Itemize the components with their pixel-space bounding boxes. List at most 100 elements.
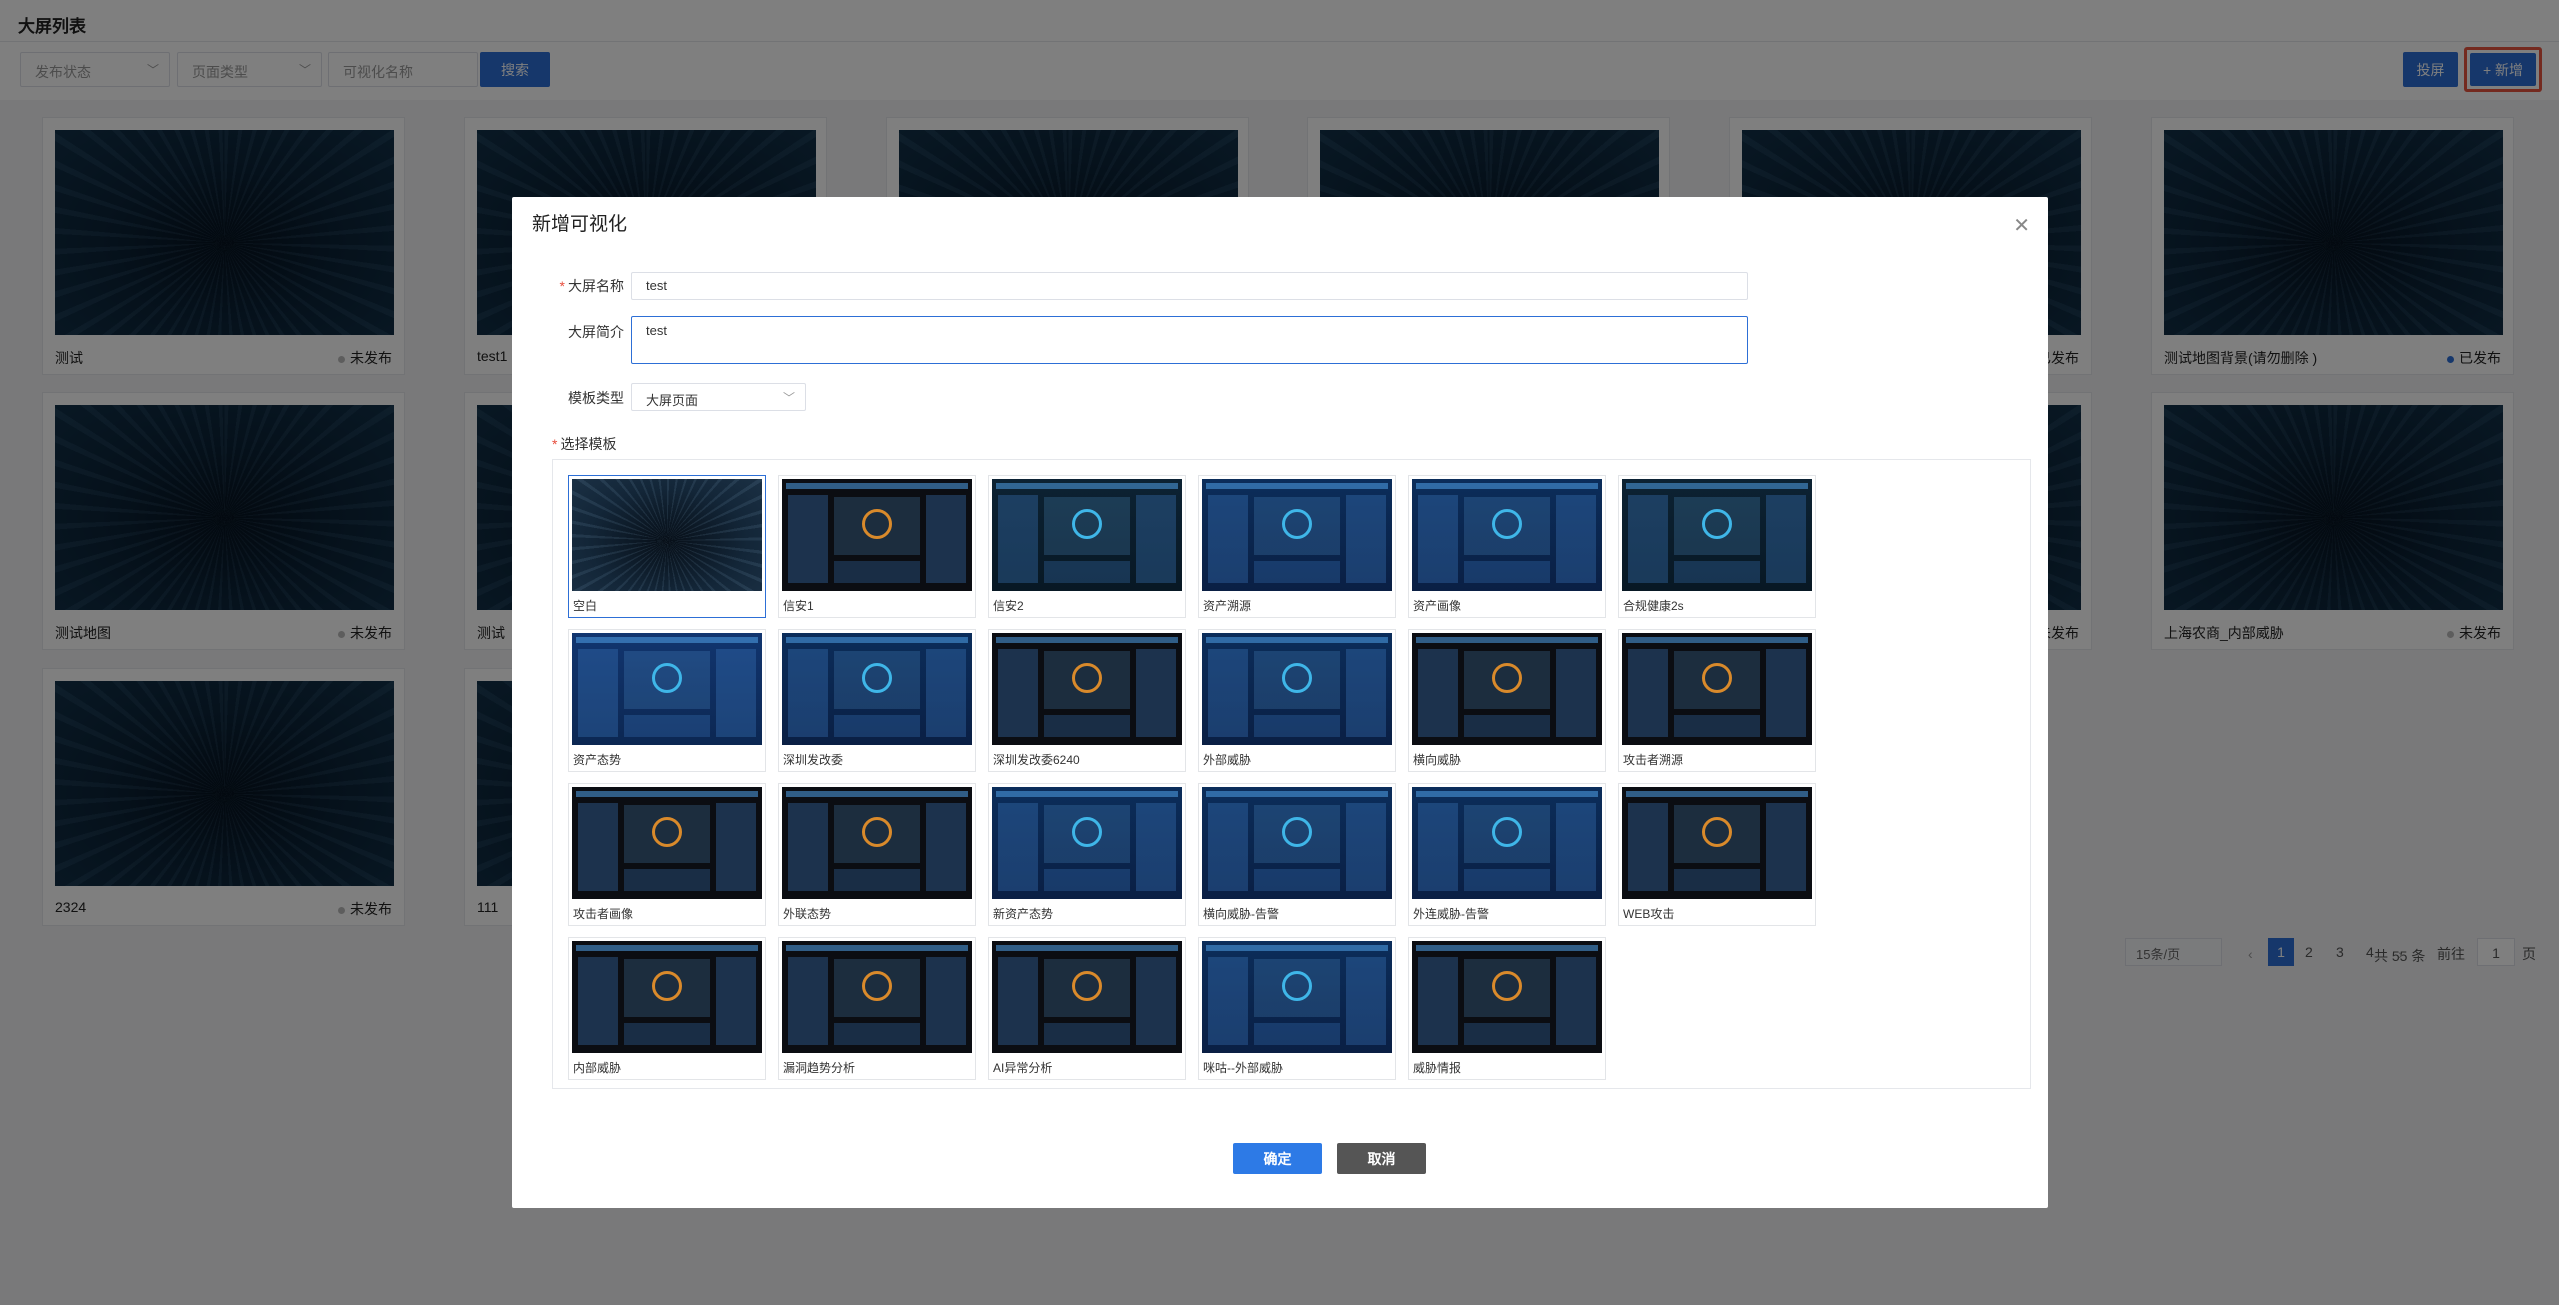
dashboard-panel-shape xyxy=(1626,791,1808,797)
template-option[interactable]: 信安1 xyxy=(778,475,976,618)
template-thumbnail xyxy=(782,479,972,591)
dashboard-panel-shape xyxy=(926,957,966,1045)
template-type-select[interactable]: 大屏页面 ﹀ xyxy=(631,383,806,411)
dashboard-panel-shape xyxy=(1674,561,1760,583)
dashboard-panel-shape xyxy=(1416,791,1598,797)
dashboard-panel-shape xyxy=(1416,637,1598,643)
template-option[interactable]: 资产溯源 xyxy=(1198,475,1396,618)
select-template-text: 选择模板 xyxy=(560,436,617,452)
template-option[interactable]: 攻击者画像 xyxy=(568,783,766,926)
confirm-button[interactable]: 确定 xyxy=(1233,1143,1322,1174)
template-option[interactable]: 横向威胁-告警 xyxy=(1198,783,1396,926)
template-option[interactable]: 信安2 xyxy=(988,475,1186,618)
template-thumbnail xyxy=(1202,941,1392,1053)
template-option[interactable]: 空白 xyxy=(568,475,766,618)
dashboard-panel-shape xyxy=(1044,869,1130,891)
dashboard-panel-shape xyxy=(788,495,828,583)
screen-name-input[interactable]: test xyxy=(631,272,1748,300)
template-thumbnail xyxy=(782,941,972,1053)
template-option[interactable]: 资产态势 xyxy=(568,629,766,772)
dashboard-panel-shape xyxy=(834,715,920,737)
dashboard-panel-shape xyxy=(1254,715,1340,737)
template-option[interactable]: 咪咕--外部威胁 xyxy=(1198,937,1396,1080)
ring-chart-shape xyxy=(1282,971,1312,1001)
dashboard-panel-shape xyxy=(1628,495,1668,583)
ring-chart-shape xyxy=(1492,971,1522,1001)
template-option[interactable]: 外联态势 xyxy=(778,783,976,926)
template-thumbnail xyxy=(572,479,762,591)
dashboard-panel-shape xyxy=(834,869,920,891)
template-option[interactable]: 合规健康2s xyxy=(1618,475,1816,618)
dashboard-panel-shape xyxy=(788,649,828,737)
ring-chart-shape xyxy=(1282,663,1312,693)
dashboard-panel-shape xyxy=(578,649,618,737)
dashboard-panel-shape xyxy=(1556,803,1596,891)
dashboard-panel-shape xyxy=(716,957,756,1045)
screen-desc-textarea[interactable]: test xyxy=(631,316,1748,364)
close-icon[interactable]: ✕ xyxy=(2013,213,2030,238)
template-name: 横向威胁 xyxy=(1413,753,1462,767)
template-name: 横向威胁-告警 xyxy=(1203,907,1279,921)
dashboard-panel-shape xyxy=(1346,649,1386,737)
template-name: 资产溯源 xyxy=(1203,599,1252,613)
template-name: 外连威胁-告警 xyxy=(1413,907,1489,921)
dashboard-panel-shape xyxy=(1766,649,1806,737)
template-name: 合规健康2s xyxy=(1623,599,1684,613)
dialog-title: 新增可视化 xyxy=(532,214,628,235)
dashboard-panel-shape xyxy=(1208,495,1248,583)
template-option[interactable]: 新资产态势 xyxy=(988,783,1186,926)
chevron-down-icon: ﹀ xyxy=(782,391,795,405)
dashboard-panel-shape xyxy=(624,869,710,891)
required-mark: * xyxy=(552,436,558,452)
template-name: 资产态势 xyxy=(573,753,622,767)
template-option[interactable]: WEB攻击 xyxy=(1618,783,1816,926)
dashboard-panel-shape xyxy=(1418,649,1458,737)
template-option[interactable]: 内部威胁 xyxy=(568,937,766,1080)
template-thumbnail xyxy=(1202,633,1392,745)
template-name: 深圳发改委 xyxy=(783,753,844,767)
template-option[interactable]: 深圳发改委 xyxy=(778,629,976,772)
name-label: * 大屏名称 xyxy=(554,276,624,296)
template-option[interactable]: 资产画像 xyxy=(1408,475,1606,618)
template-option[interactable]: 外连威胁-告警 xyxy=(1408,783,1606,926)
template-option[interactable]: 横向威胁 xyxy=(1408,629,1606,772)
template-thumbnail xyxy=(1202,787,1392,899)
ring-chart-shape xyxy=(1072,817,1102,847)
dashboard-panel-shape xyxy=(1556,957,1596,1045)
template-name: 新资产态势 xyxy=(993,907,1054,921)
template-thumbnail xyxy=(1412,787,1602,899)
dashboard-panel-shape xyxy=(1674,869,1760,891)
template-option[interactable]: 深圳发改委6240 xyxy=(988,629,1186,772)
cancel-button[interactable]: 取消 xyxy=(1337,1143,1426,1174)
dashboard-panel-shape xyxy=(1254,561,1340,583)
dashboard-panel-shape xyxy=(998,957,1038,1045)
dashboard-panel-shape xyxy=(926,803,966,891)
dashboard-panel-shape xyxy=(716,803,756,891)
template-option[interactable]: 外部威胁 xyxy=(1198,629,1396,772)
template-name: 漏洞趋势分析 xyxy=(783,1061,856,1075)
type-label: 模板类型 xyxy=(568,390,624,406)
dashboard-panel-shape xyxy=(1254,869,1340,891)
template-option[interactable]: AI异常分析 xyxy=(988,937,1186,1080)
select-template-label: * 选择模板 xyxy=(552,434,616,454)
dashboard-panel-shape xyxy=(576,637,758,643)
ring-chart-shape xyxy=(1492,509,1522,539)
template-name: 威胁情报 xyxy=(1413,1061,1462,1075)
template-name: 攻击者溯源 xyxy=(1623,753,1684,767)
template-type-value: 大屏页面 xyxy=(646,393,699,408)
template-option[interactable]: 攻击者溯源 xyxy=(1618,629,1816,772)
dashboard-panel-shape xyxy=(1766,803,1806,891)
dashboard-panel-shape xyxy=(788,803,828,891)
dashboard-panel-shape xyxy=(1136,803,1176,891)
template-thumbnail xyxy=(782,633,972,745)
dashboard-panel-shape xyxy=(576,945,758,951)
template-thumbnail xyxy=(782,787,972,899)
dashboard-panel-shape xyxy=(1346,957,1386,1045)
template-option[interactable]: 漏洞趋势分析 xyxy=(778,937,976,1080)
template-name: WEB攻击 xyxy=(1623,907,1675,921)
template-thumbnail xyxy=(572,787,762,899)
dashboard-panel-shape xyxy=(1628,649,1668,737)
required-mark: * xyxy=(559,278,565,294)
template-name: 空白 xyxy=(573,599,598,613)
template-option[interactable]: 威胁情报 xyxy=(1408,937,1606,1080)
